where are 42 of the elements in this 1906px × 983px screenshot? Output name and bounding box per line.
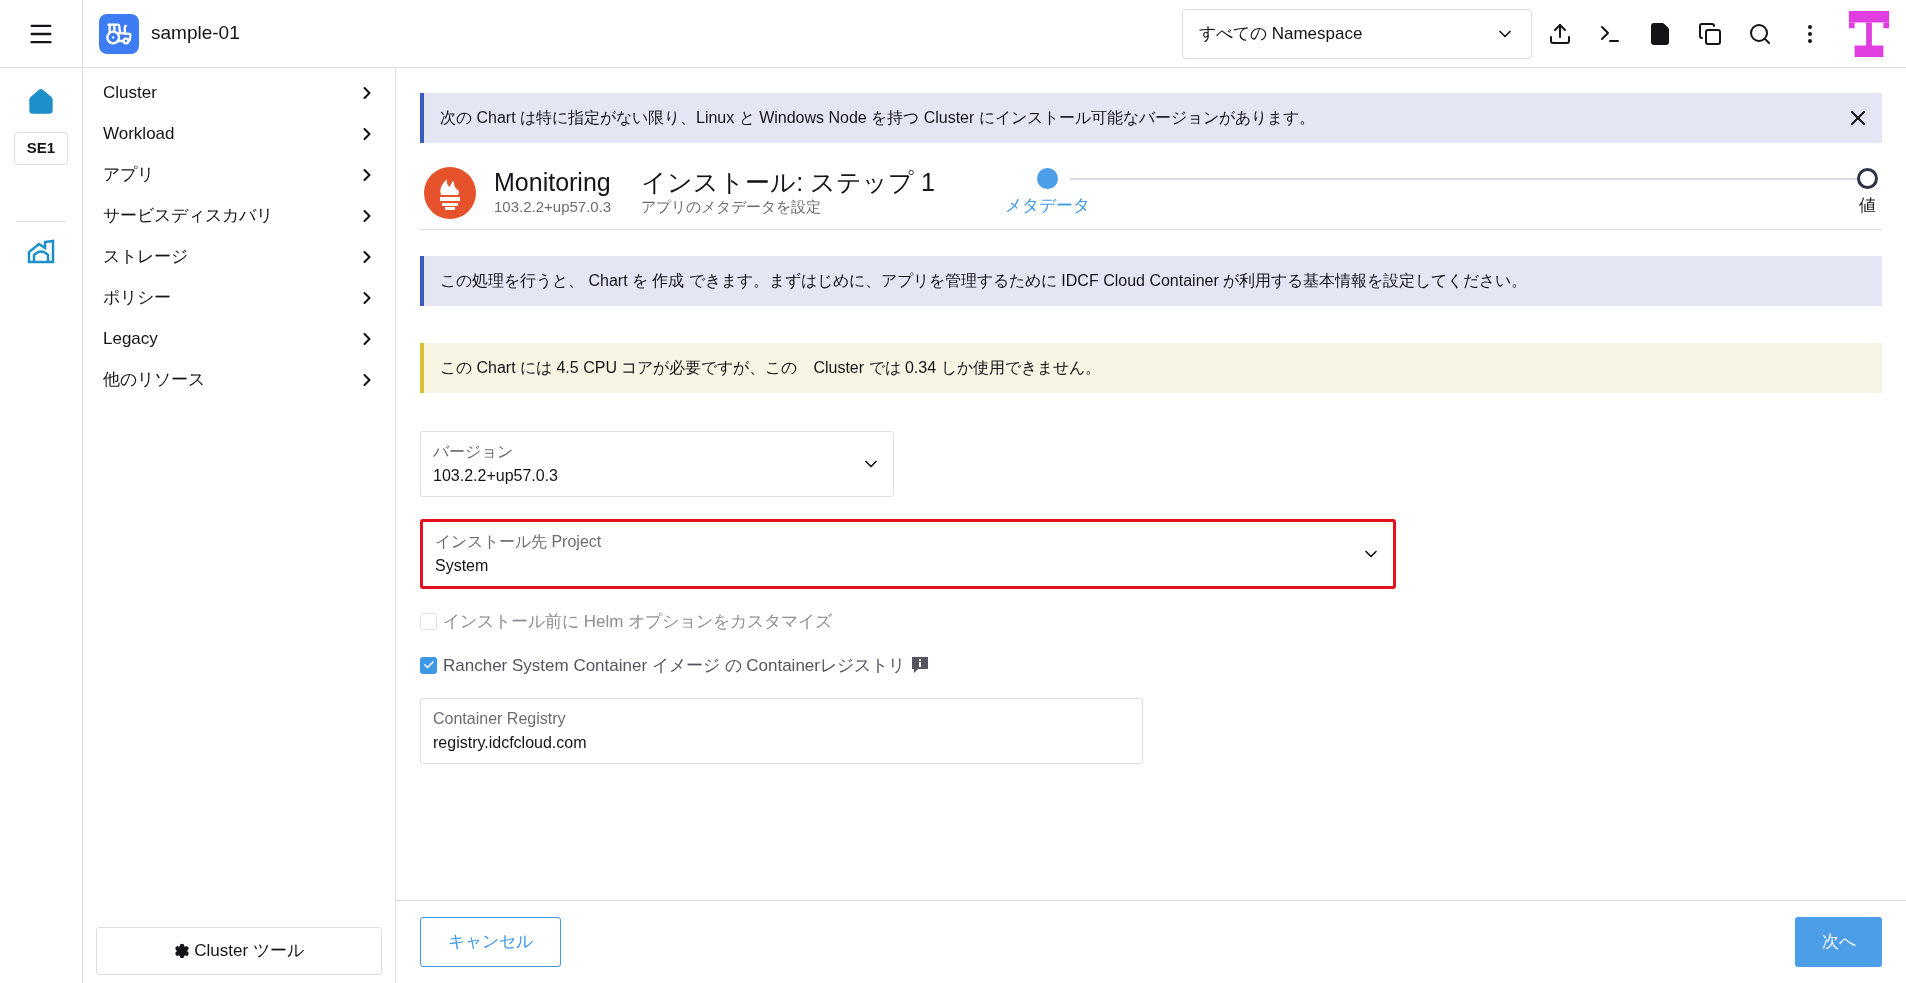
registry-field[interactable]: Container Registry registry.idcfcloud.com	[420, 698, 1143, 764]
step-title: インストール: ステップ 1	[641, 167, 935, 196]
info-text: この処理を行うと、 Chart を 作成 できます。まずはじめに、アプリを管理するために IDCF Cloud Container が利用する基本情報を設定してください。	[440, 271, 1528, 291]
sidebar-item[interactable]: Legacy	[83, 318, 395, 359]
sidebar-item[interactable]: Workload	[83, 113, 395, 154]
checkbox[interactable]	[420, 656, 437, 674]
sidebar-item[interactable]: 他のリソース	[83, 359, 395, 400]
banner-text: 次の Chart は特に指定がない限り、Linux と Windows Node を持つ Cluster にインストール可能なバージョンがあります。	[440, 108, 1315, 128]
sidebar-item[interactable]: ポリシー	[83, 277, 395, 318]
avatar-icon[interactable]	[1848, 10, 1890, 57]
field-value: registry.idcfcloud.com	[433, 733, 588, 753]
gear-icon	[174, 943, 191, 959]
sidebar-item[interactable]: ストレージ	[83, 236, 395, 277]
field-value: 103.2.2+up57.0.3	[433, 466, 558, 486]
search-icon[interactable]	[1748, 21, 1772, 46]
sidebar-item[interactable]: Cluster	[83, 72, 395, 113]
home-icon[interactable]	[27, 88, 55, 116]
copy-icon[interactable]	[1698, 21, 1722, 46]
field-label: インストール先 Project	[435, 532, 602, 552]
checkbox-label: インストール前に Helm オプションをカスタマイズ	[443, 611, 833, 633]
cluster-badge[interactable]: SE1	[13, 132, 69, 165]
select-field[interactable]: バージョン 103.2.2+up57.0.3	[420, 431, 894, 497]
cluster-tools-button[interactable]: Cluster ツール	[96, 927, 382, 975]
sidebar-item[interactable]: サービスディスカバリ	[83, 195, 395, 236]
warning-text: この Chart には 4.5 CPU コアが必要ですが、この Cluster では 0.34 しか使用できません。	[440, 358, 1101, 378]
step-subtitle: アプリのメタデータを設定	[641, 196, 823, 217]
info-icon	[911, 656, 929, 675]
select-field[interactable]: インストール先 Project System	[420, 519, 1396, 589]
chart-name: Monitoring	[494, 167, 612, 196]
cluster-name: sample-01	[151, 21, 240, 46]
field-label: バージョン	[433, 442, 514, 462]
step-label[interactable]: 値	[1859, 192, 1876, 219]
namespace-select[interactable]: すべての Namespace	[1182, 8, 1532, 59]
field-value: System	[435, 556, 490, 576]
checkbox-label: Rancher System Container イメージ の Containerレジストリ	[443, 654, 905, 677]
sidebar-item[interactable]: アプリ	[83, 154, 395, 195]
upload-icon[interactable]	[1548, 21, 1572, 46]
cluster-logo-icon	[99, 13, 139, 54]
file-icon[interactable]	[1648, 21, 1672, 46]
chart-logo-icon	[424, 167, 476, 219]
field-label: Container Registry	[433, 709, 567, 729]
chart-version: 103.2.2+up57.0.3	[494, 196, 612, 217]
